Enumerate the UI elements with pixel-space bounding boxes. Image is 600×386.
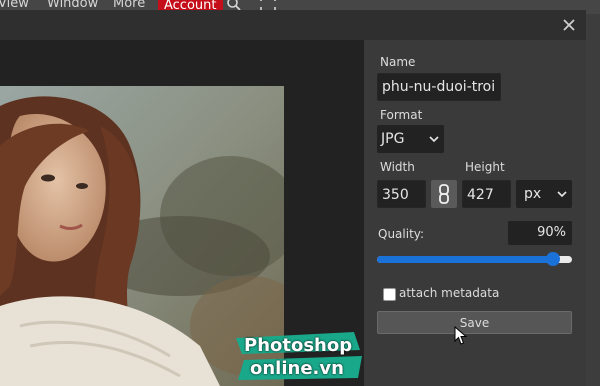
attach-metadata-label[interactable]: attach metadata [399,286,499,300]
dialog-header [0,10,586,40]
link-icon [439,184,449,204]
quality-slider-thumb[interactable] [545,252,560,266]
quality-slider-fill [377,256,553,263]
chevron-down-icon [429,136,439,143]
quality-slider[interactable] [377,252,572,266]
unit-value: px [524,186,542,202]
format-value: JPG [381,131,405,147]
height-field[interactable]: 427 [462,180,511,208]
format-label: Format [380,108,423,122]
watermark-logo: Photoshop online.vn [234,330,364,382]
quality-value[interactable]: 90% [508,221,572,245]
watermark-line1: Photoshop [244,335,353,356]
mouse-cursor-icon [454,326,468,345]
format-select[interactable]: JPG [377,125,444,153]
link-dimensions-button[interactable] [431,180,457,208]
close-icon [563,19,575,31]
name-label: Name [380,55,416,69]
watermark-line2: online.vn [250,358,344,379]
height-label: Height [465,160,505,174]
close-button[interactable] [558,14,580,36]
width-label: Width [380,160,415,174]
chevron-down-icon [557,191,567,198]
unit-select[interactable]: px [516,180,572,208]
quality-label: Quality: [378,227,425,241]
name-field[interactable]: phu-nu-duoi-troi [377,73,501,101]
attach-metadata-checkbox[interactable] [383,288,396,301]
save-button[interactable]: Save [377,311,572,334]
width-field[interactable]: 350 [377,180,426,208]
